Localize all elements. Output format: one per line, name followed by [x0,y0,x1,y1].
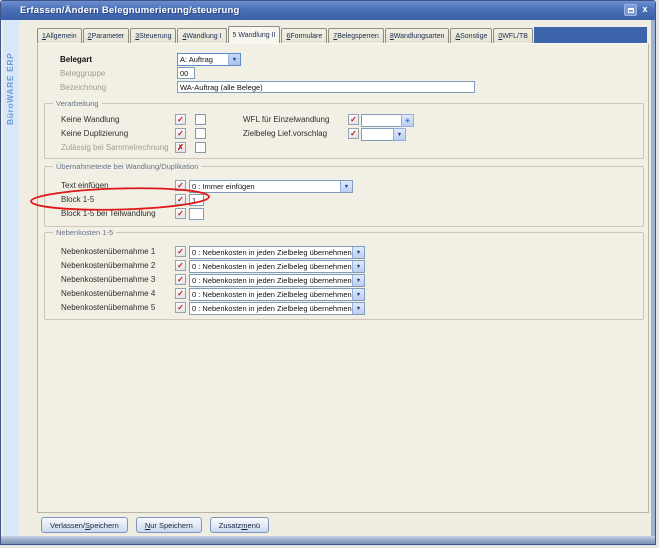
nebenkosten-2-combo[interactable]: 0 : Nebenkosten in jeden Zielbeleg übern… [189,260,365,273]
block-1-5-input[interactable] [189,194,204,206]
nebenkosten-5-label: Nebenkostenübernahme 5 [61,303,155,312]
sammelrechnung-label: Zulässig bei Sammelrechnung [61,143,169,152]
keine-duplizierung-checkbox[interactable] [195,128,206,139]
verlassen-speichern-button[interactable]: Verlassen/Speichern [41,517,128,533]
chevron-down-icon[interactable]: ▼ [340,181,352,192]
button-row: Verlassen/Speichern Nur Speichern Zusatz… [41,517,269,533]
beleggruppe-label: Beleggruppe [60,69,105,78]
zielbeleg-label: Zielbeleg Lief.vorschlag [243,129,327,138]
group-nebenkosten-title: Nebenkosten 1-5 [53,228,116,237]
nur-speichern-button[interactable]: Nur Speichern [136,517,202,533]
bezeichnung-label: Bezeichnung [60,83,106,92]
keine-duplizierung-flag-icon[interactable]: ✓ [175,128,186,139]
tab-wandlung-1[interactable]: 4 Wandlung I [177,28,226,43]
nebenkosten-1-flag-icon[interactable]: ✓ [175,246,186,257]
block-1-5-teilwandlung-label: Block 1-5 bei Teilwandlung [61,209,156,218]
wfl-einzelwandlung-label: WFL für Einzelwandlung [243,115,329,124]
block-1-5-teilwandlung-input[interactable] [189,208,204,220]
sammelrechnung-flag-icon[interactable]: ✗ [175,142,186,153]
tab-wfl-tb[interactable]: 0 WFL/TB [493,28,533,43]
tabstrip-filler [534,27,647,43]
tab-wandlung-2[interactable]: 5 Wandlung II [228,26,281,43]
nebenkosten-2-label: Nebenkostenübernahme 2 [61,261,155,270]
bezeichnung-input[interactable] [177,81,475,93]
tab-sonstige[interactable]: A Sonstige [450,28,492,43]
chevron-down-icon[interactable]: ▼ [352,247,364,258]
text-einfuegen-flag-icon[interactable]: ✓ [175,180,186,191]
group-uebernahmetexte: Übernahmetexte bei Wandlung/Duplikation … [44,166,644,227]
tab-page-wandlung-2: Belegart A: Auftrag ▼ Beleggruppe Bezeic… [37,43,649,513]
wfl-einzelwandlung-input[interactable] [361,114,402,127]
group-verarbeitung-title: Verarbeitung [53,99,102,108]
window-frame-bottom [1,536,655,544]
chevron-down-icon[interactable]: ▼ [352,275,364,286]
nebenkosten-4-flag-icon[interactable]: ✓ [175,288,186,299]
nebenkosten-4-label: Nebenkostenübernahme 4 [61,289,155,298]
group-verarbeitung: Verarbeitung Keine Wandlung ✓ Keine Dupl… [44,103,644,159]
beleggruppe-input[interactable] [177,67,195,79]
group-nebenkosten: Nebenkosten 1-5 Nebenkostenübernahme 1 ✓… [44,232,644,320]
restore-icon [628,8,634,13]
brand-label: BüroWARE ERP [5,25,18,125]
belegart-label: Belegart [60,55,92,64]
titlebar[interactable]: Erfassen/Ändern Belegnumerierung/steueru… [1,1,655,20]
group-uebernahmetexte-title: Übernahmetexte bei Wandlung/Duplikation [53,162,201,171]
block-1-5-teilwandlung-flag-icon[interactable]: ✓ [175,208,186,219]
nebenkosten-3-combo[interactable]: 0 : Nebenkosten in jeden Zielbeleg übern… [189,274,365,287]
screen: Erfassen/Ändern Belegnumerierung/steueru… [0,0,659,548]
chevron-down-icon[interactable]: ▼ [352,289,364,300]
nebenkosten-5-flag-icon[interactable]: ✓ [175,302,186,313]
restore-button[interactable] [624,4,637,16]
belegart-combo[interactable]: A: Auftrag ▼ [177,53,241,66]
chevron-down-icon[interactable]: ▼ [352,261,364,272]
tab-wandlungsarten[interactable]: 8 Wandlungsarten [385,28,450,43]
nebenkosten-5-combo[interactable]: 0 : Nebenkosten in jeden Zielbeleg übern… [189,302,365,315]
zielbeleg-flag-icon[interactable]: ✓ [348,128,359,139]
tab-parameter[interactable]: 2 Parameter [83,28,130,43]
wfl-einzelwandlung-flag-icon[interactable]: ✓ [348,114,359,125]
block-1-5-label: Block 1-5 [61,195,94,204]
tab-formulare[interactable]: 6 Formulare [281,28,327,43]
zielbeleg-input[interactable] [361,128,394,141]
nebenkosten-3-label: Nebenkostenübernahme 3 [61,275,155,284]
sammelrechnung-checkbox[interactable] [195,142,206,153]
text-einfuegen-combo[interactable]: 0 : Immer einfügen ▼ [189,180,353,193]
close-button[interactable]: x [639,3,651,16]
tab-belegsperren[interactable]: 7 Belegsperren [328,28,384,43]
chevron-down-icon[interactable]: ▼ [352,303,364,314]
chevron-down-icon[interactable]: ▼ [228,54,240,65]
keine-wandlung-checkbox[interactable] [195,114,206,125]
tab-strip: 1 Allgemein 2 Parameter 3 Steuerung 4 Wa… [37,27,647,43]
keine-duplizierung-label: Keine Duplizierung [61,129,128,138]
text-einfuegen-label: Text einfügen [61,181,109,190]
tab-steuerung[interactable]: 3 Steuerung [130,28,176,43]
lookup-icon[interactable]: ✳ [401,114,414,127]
app-window: Erfassen/Ändern Belegnumerierung/steueru… [0,0,656,545]
block-1-5-flag-icon[interactable]: ✓ [175,194,186,205]
zusatzmenue-button[interactable]: Zusatzmenü [210,517,269,533]
nebenkosten-1-label: Nebenkostenübernahme 1 [61,247,155,256]
nebenkosten-1-combo[interactable]: 0 : Nebenkosten in jeden Zielbeleg übern… [189,246,365,259]
nebenkosten-3-flag-icon[interactable]: ✓ [175,274,186,285]
keine-wandlung-flag-icon[interactable]: ✓ [175,114,186,125]
chevron-down-icon[interactable]: ▼ [393,128,406,141]
window-title: Erfassen/Ändern Belegnumerierung/steueru… [20,5,240,16]
nebenkosten-2-flag-icon[interactable]: ✓ [175,260,186,271]
tab-allgemein[interactable]: 1 Allgemein [37,28,82,43]
nebenkosten-4-combo[interactable]: 0 : Nebenkosten in jeden Zielbeleg übern… [189,288,365,301]
keine-wandlung-label: Keine Wandlung [61,115,119,124]
window-frame-right [651,20,655,536]
